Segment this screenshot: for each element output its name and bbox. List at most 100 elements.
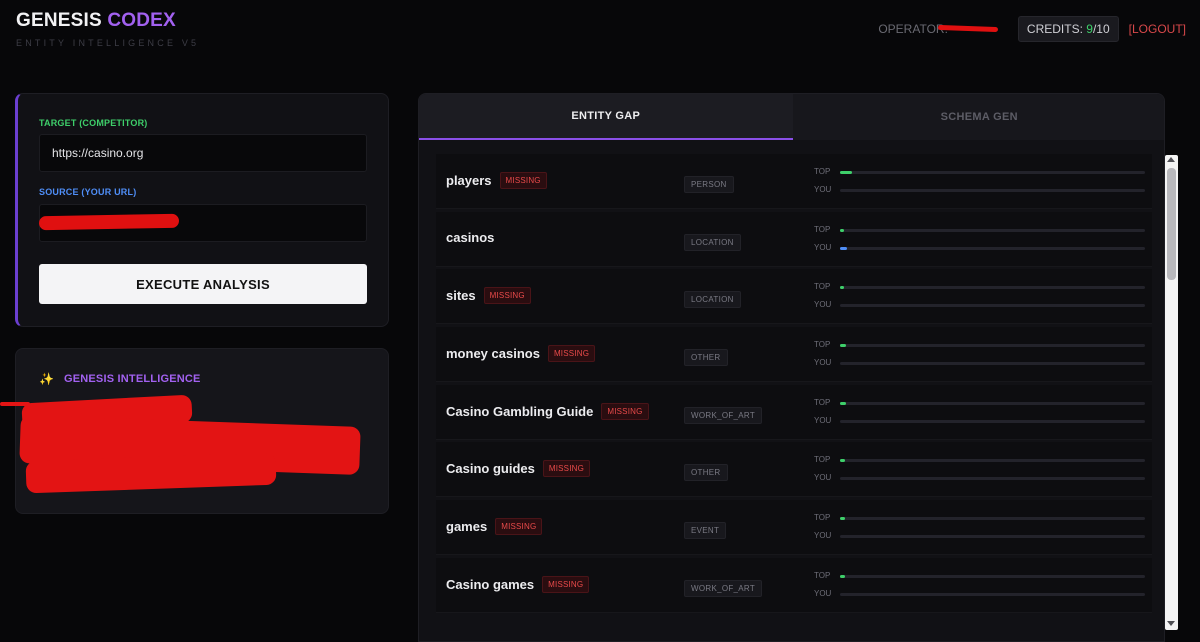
entity-label: games <box>446 519 488 535</box>
entity-label: casinos <box>446 229 495 245</box>
entity-label: players <box>446 173 492 188</box>
missing-badge: MISSING <box>601 402 649 420</box>
results-panel: ENTITY GAP SCHEMA GEN players MISSING PE… <box>418 93 1165 642</box>
app-subtitle: ENTITY INTELLIGENCE V5 <box>16 38 200 48</box>
source-label: SOURCE (YOUR URL) <box>39 187 137 197</box>
entity-row: Casino Gambling Guide MISSING WORK_OF_AR… <box>436 384 1152 440</box>
you-score-bar <box>840 592 1145 596</box>
missing-badge: MISSING <box>542 575 590 593</box>
entity-row: games MISSING EVENT TOP YOU <box>436 500 1152 556</box>
entity-name: Casino Gambling Guide MISSING <box>446 402 649 420</box>
logout-link[interactable]: [LOGOUT] <box>1129 22 1186 36</box>
missing-badge: MISSING <box>542 460 591 478</box>
entity-row: money casinos MISSING OTHER TOP YOU <box>436 327 1152 383</box>
you-bar-label: YOU <box>814 242 832 252</box>
intelligence-panel: ✨ GENESIS INTELLIGENCE <box>15 348 389 514</box>
missing-badge: MISSING <box>495 518 543 536</box>
you-score-bar <box>840 535 1145 539</box>
entity-type-badge: OTHER <box>684 349 728 367</box>
entity-list: players MISSING PERSON TOP YOU casinos L… <box>436 154 1152 616</box>
entity-row: Casino guides MISSING OTHER TOP YOU <box>436 442 1152 498</box>
top-bar-label: TOP <box>814 455 831 465</box>
you-bar-label: YOU <box>814 588 832 598</box>
entity-name: games MISSING <box>446 518 543 536</box>
top-bar-label: TOP <box>814 570 831 580</box>
top-score-bar <box>840 517 1145 521</box>
entity-type-badge: LOCATION <box>684 233 741 251</box>
top-score-bar <box>840 459 1145 463</box>
entity-type-badge: EVENT <box>684 522 727 540</box>
app-title: GENESIS CODEX <box>16 10 176 31</box>
entity-row: sites MISSING LOCATION TOP YOU <box>436 269 1152 325</box>
you-bar-label: YOU <box>814 185 832 194</box>
entity-type-badge: OTHER <box>684 464 728 482</box>
top-score-fill <box>840 344 847 348</box>
you-score-bar <box>840 419 1145 423</box>
you-score-bar <box>840 246 1145 250</box>
top-score-fill <box>840 574 845 578</box>
you-score-bar <box>840 304 1145 308</box>
entity-row: players MISSING PERSON TOP YOU <box>436 154 1152 209</box>
redaction-mark <box>0 402 30 406</box>
top-score-fill <box>840 517 845 521</box>
intelligence-header: ✨ GENESIS INTELLIGENCE <box>39 372 201 386</box>
top-score-fill <box>840 401 847 405</box>
entity-label: Casino Gambling Guide <box>446 403 594 419</box>
you-bar-label: YOU <box>814 473 832 483</box>
top-bar-label: TOP <box>814 513 831 523</box>
you-bar-label: YOU <box>814 358 832 368</box>
entity-type-badge: WORK_OF_ART <box>684 579 763 597</box>
top-score-bar <box>840 171 1145 174</box>
top-bar-label: TOP <box>814 224 831 234</box>
missing-badge: MISSING <box>547 345 596 363</box>
top-score-bar <box>840 344 1145 348</box>
top-score-fill <box>840 286 844 290</box>
operator-label: OPERATOR: <box>878 22 1008 36</box>
tab-schema-gen[interactable]: SCHEMA GEN <box>792 94 1164 140</box>
analysis-form: TARGET (COMPETITOR) SOURCE (YOUR URL) EX… <box>15 93 389 327</box>
top-bar-label: TOP <box>814 340 831 350</box>
entity-label: Casino games <box>446 576 535 592</box>
entity-label: Casino guides <box>446 461 535 477</box>
top-bar-label: TOP <box>814 167 831 176</box>
scrollbar-thumb[interactable] <box>1167 168 1176 280</box>
top-score-bar <box>840 228 1145 232</box>
you-bar-label: YOU <box>814 531 832 541</box>
entity-name: Casino games MISSING <box>446 575 590 593</box>
you-score-bar <box>840 362 1145 366</box>
top-score-fill <box>840 459 845 463</box>
execute-analysis-button[interactable]: EXECUTE ANALYSIS <box>39 264 367 304</box>
entity-row: casinos LOCATION TOP YOU <box>436 211 1152 267</box>
entity-type-badge: LOCATION <box>684 291 741 309</box>
entity-row: Casino games MISSING WORK_OF_ART TOP YOU <box>436 557 1152 613</box>
credits-badge: CREDITS: 9/10 <box>1017 16 1119 42</box>
tab-entity-gap[interactable]: ENTITY GAP <box>419 94 793 140</box>
scroll-down-icon[interactable] <box>1167 621 1175 626</box>
top-score-fill <box>840 171 853 174</box>
you-score-bar <box>840 189 1145 192</box>
missing-badge: MISSING <box>483 287 531 305</box>
entity-label: sites <box>446 288 476 304</box>
sparkles-icon: ✨ <box>39 372 54 386</box>
target-label: TARGET (COMPETITOR) <box>39 118 148 128</box>
you-bar-label: YOU <box>814 415 832 425</box>
top-bar-label: TOP <box>814 397 831 407</box>
entity-name: money casinos MISSING <box>446 345 596 363</box>
you-bar-label: YOU <box>814 300 832 310</box>
top-score-fill <box>840 228 844 232</box>
entity-name: Casino guides MISSING <box>446 460 591 478</box>
scroll-up-icon[interactable] <box>1167 157 1175 162</box>
target-url-input[interactable] <box>39 134 367 172</box>
top-score-bar <box>840 574 1145 578</box>
entity-name: casinos <box>446 230 494 245</box>
entity-type-badge: WORK_OF_ART <box>684 406 763 424</box>
missing-badge: MISSING <box>499 172 547 189</box>
top-score-bar <box>840 401 1145 405</box>
top-bar-label: TOP <box>814 282 831 292</box>
redaction-mark <box>38 213 180 231</box>
entity-label: money casinos <box>446 346 540 362</box>
intelligence-title: GENESIS INTELLIGENCE <box>63 373 201 385</box>
you-score-fill <box>840 246 847 250</box>
top-score-bar <box>840 286 1145 290</box>
brand: GENESIS CODEX ENTITY INTELLIGENCE V5 <box>16 10 199 48</box>
